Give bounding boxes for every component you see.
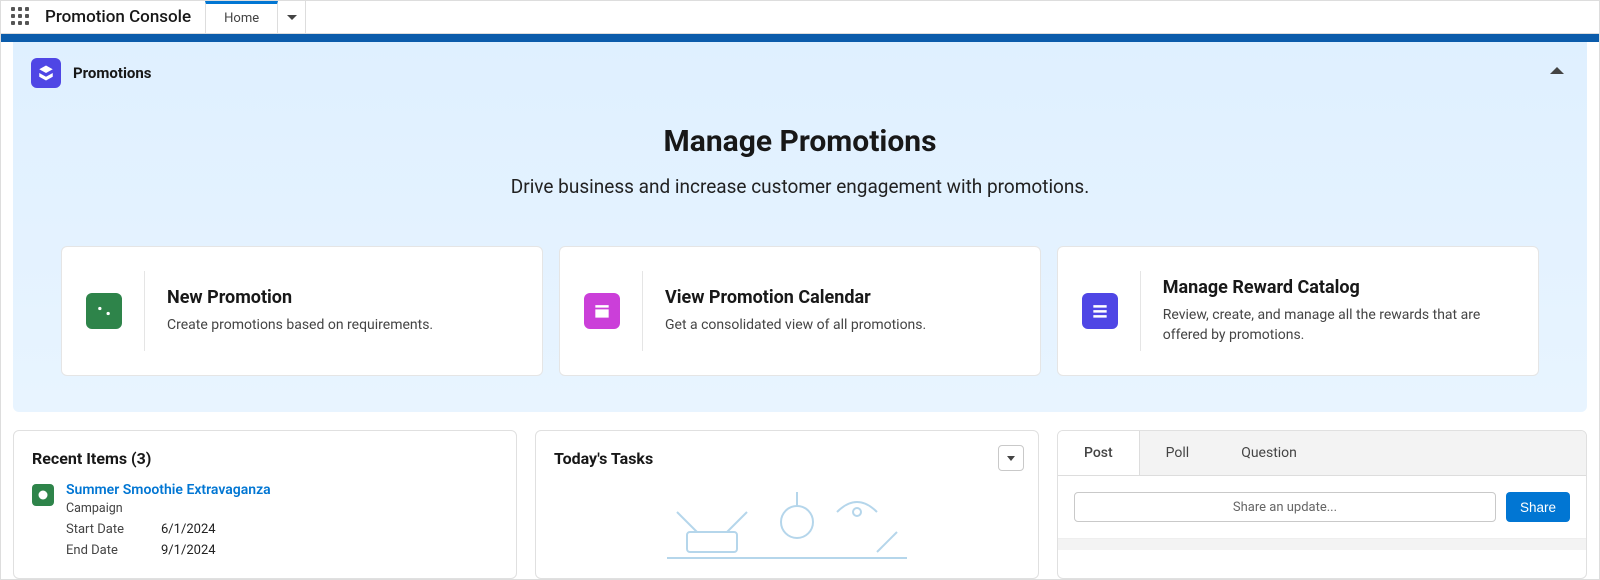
feed-separator bbox=[1058, 538, 1586, 550]
list-item: Summer Smoothie Extravaganza Campaign St… bbox=[32, 482, 498, 558]
recent-end-value: 9/1/2024 bbox=[161, 543, 216, 558]
list-icon bbox=[1082, 293, 1118, 329]
feed-panel: Post Poll Question Share an update... Sh… bbox=[1057, 430, 1587, 579]
feed-tab-post[interactable]: Post bbox=[1058, 431, 1140, 475]
card-view-calendar[interactable]: View Promotion Calendar Get a consolidat… bbox=[559, 246, 1041, 376]
card-divider bbox=[1140, 271, 1141, 351]
tab-dropdown[interactable] bbox=[278, 1, 306, 34]
share-button[interactable]: Share bbox=[1506, 492, 1570, 522]
chevron-down-icon bbox=[287, 15, 297, 20]
brand-band bbox=[1, 34, 1599, 42]
card-desc: Create promotions based on requirements. bbox=[167, 316, 433, 336]
tasks-options-button[interactable] bbox=[998, 445, 1024, 471]
card-divider bbox=[642, 271, 643, 351]
app-title: Promotion Console bbox=[45, 7, 191, 27]
card-title: View Promotion Calendar bbox=[665, 287, 926, 308]
card-desc: Review, create, and manage all the rewar… bbox=[1163, 306, 1514, 345]
promotions-hero: Promotions Manage Promotions Drive busin… bbox=[13, 42, 1587, 412]
card-reward-catalog[interactable]: Manage Reward Catalog Review, create, an… bbox=[1057, 246, 1539, 376]
recent-start-value: 6/1/2024 bbox=[161, 522, 216, 537]
tasks-illustration bbox=[554, 482, 1020, 560]
recent-item-link[interactable]: Summer Smoothie Extravaganza bbox=[66, 482, 271, 498]
calendar-icon bbox=[584, 293, 620, 329]
todays-tasks-panel: Today's Tasks bbox=[535, 430, 1039, 579]
tab-home[interactable]: Home bbox=[205, 1, 278, 34]
top-bar: Promotion Console Home bbox=[1, 1, 1599, 34]
share-update-input[interactable]: Share an update... bbox=[1074, 492, 1496, 522]
hero-title: Manage Promotions bbox=[13, 124, 1587, 159]
recent-end-label: End Date bbox=[66, 543, 161, 558]
hero-subtitle: Drive business and increase customer eng… bbox=[13, 175, 1587, 198]
card-title: Manage Reward Catalog bbox=[1163, 277, 1514, 298]
percent-icon bbox=[86, 293, 122, 329]
recent-items-heading: Recent Items (3) bbox=[32, 449, 498, 468]
feed-tab-poll[interactable]: Poll bbox=[1140, 431, 1216, 475]
recent-start-label: Start Date bbox=[66, 522, 161, 537]
card-desc: Get a consolidated view of all promotion… bbox=[665, 316, 926, 336]
card-title: New Promotion bbox=[167, 287, 433, 308]
recent-item-type: Campaign bbox=[66, 501, 271, 516]
todays-tasks-heading: Today's Tasks bbox=[554, 449, 1020, 468]
app-launcher-icon[interactable] bbox=[11, 7, 31, 27]
promotions-icon bbox=[31, 58, 61, 88]
recent-items-panel: Recent Items (3) Summer Smoothie Extrava… bbox=[13, 430, 517, 579]
card-divider bbox=[144, 271, 145, 351]
tab-home-label: Home bbox=[224, 11, 259, 26]
campaign-icon bbox=[32, 484, 54, 506]
caret-down-icon bbox=[1007, 456, 1015, 461]
hero-label: Promotions bbox=[73, 64, 152, 82]
feed-tab-question[interactable]: Question bbox=[1215, 431, 1323, 475]
collapse-button[interactable] bbox=[1545, 58, 1569, 82]
feed-tabs: Post Poll Question bbox=[1058, 431, 1586, 476]
card-new-promotion[interactable]: New Promotion Create promotions based on… bbox=[61, 246, 543, 376]
chevron-up-icon bbox=[1550, 67, 1564, 74]
